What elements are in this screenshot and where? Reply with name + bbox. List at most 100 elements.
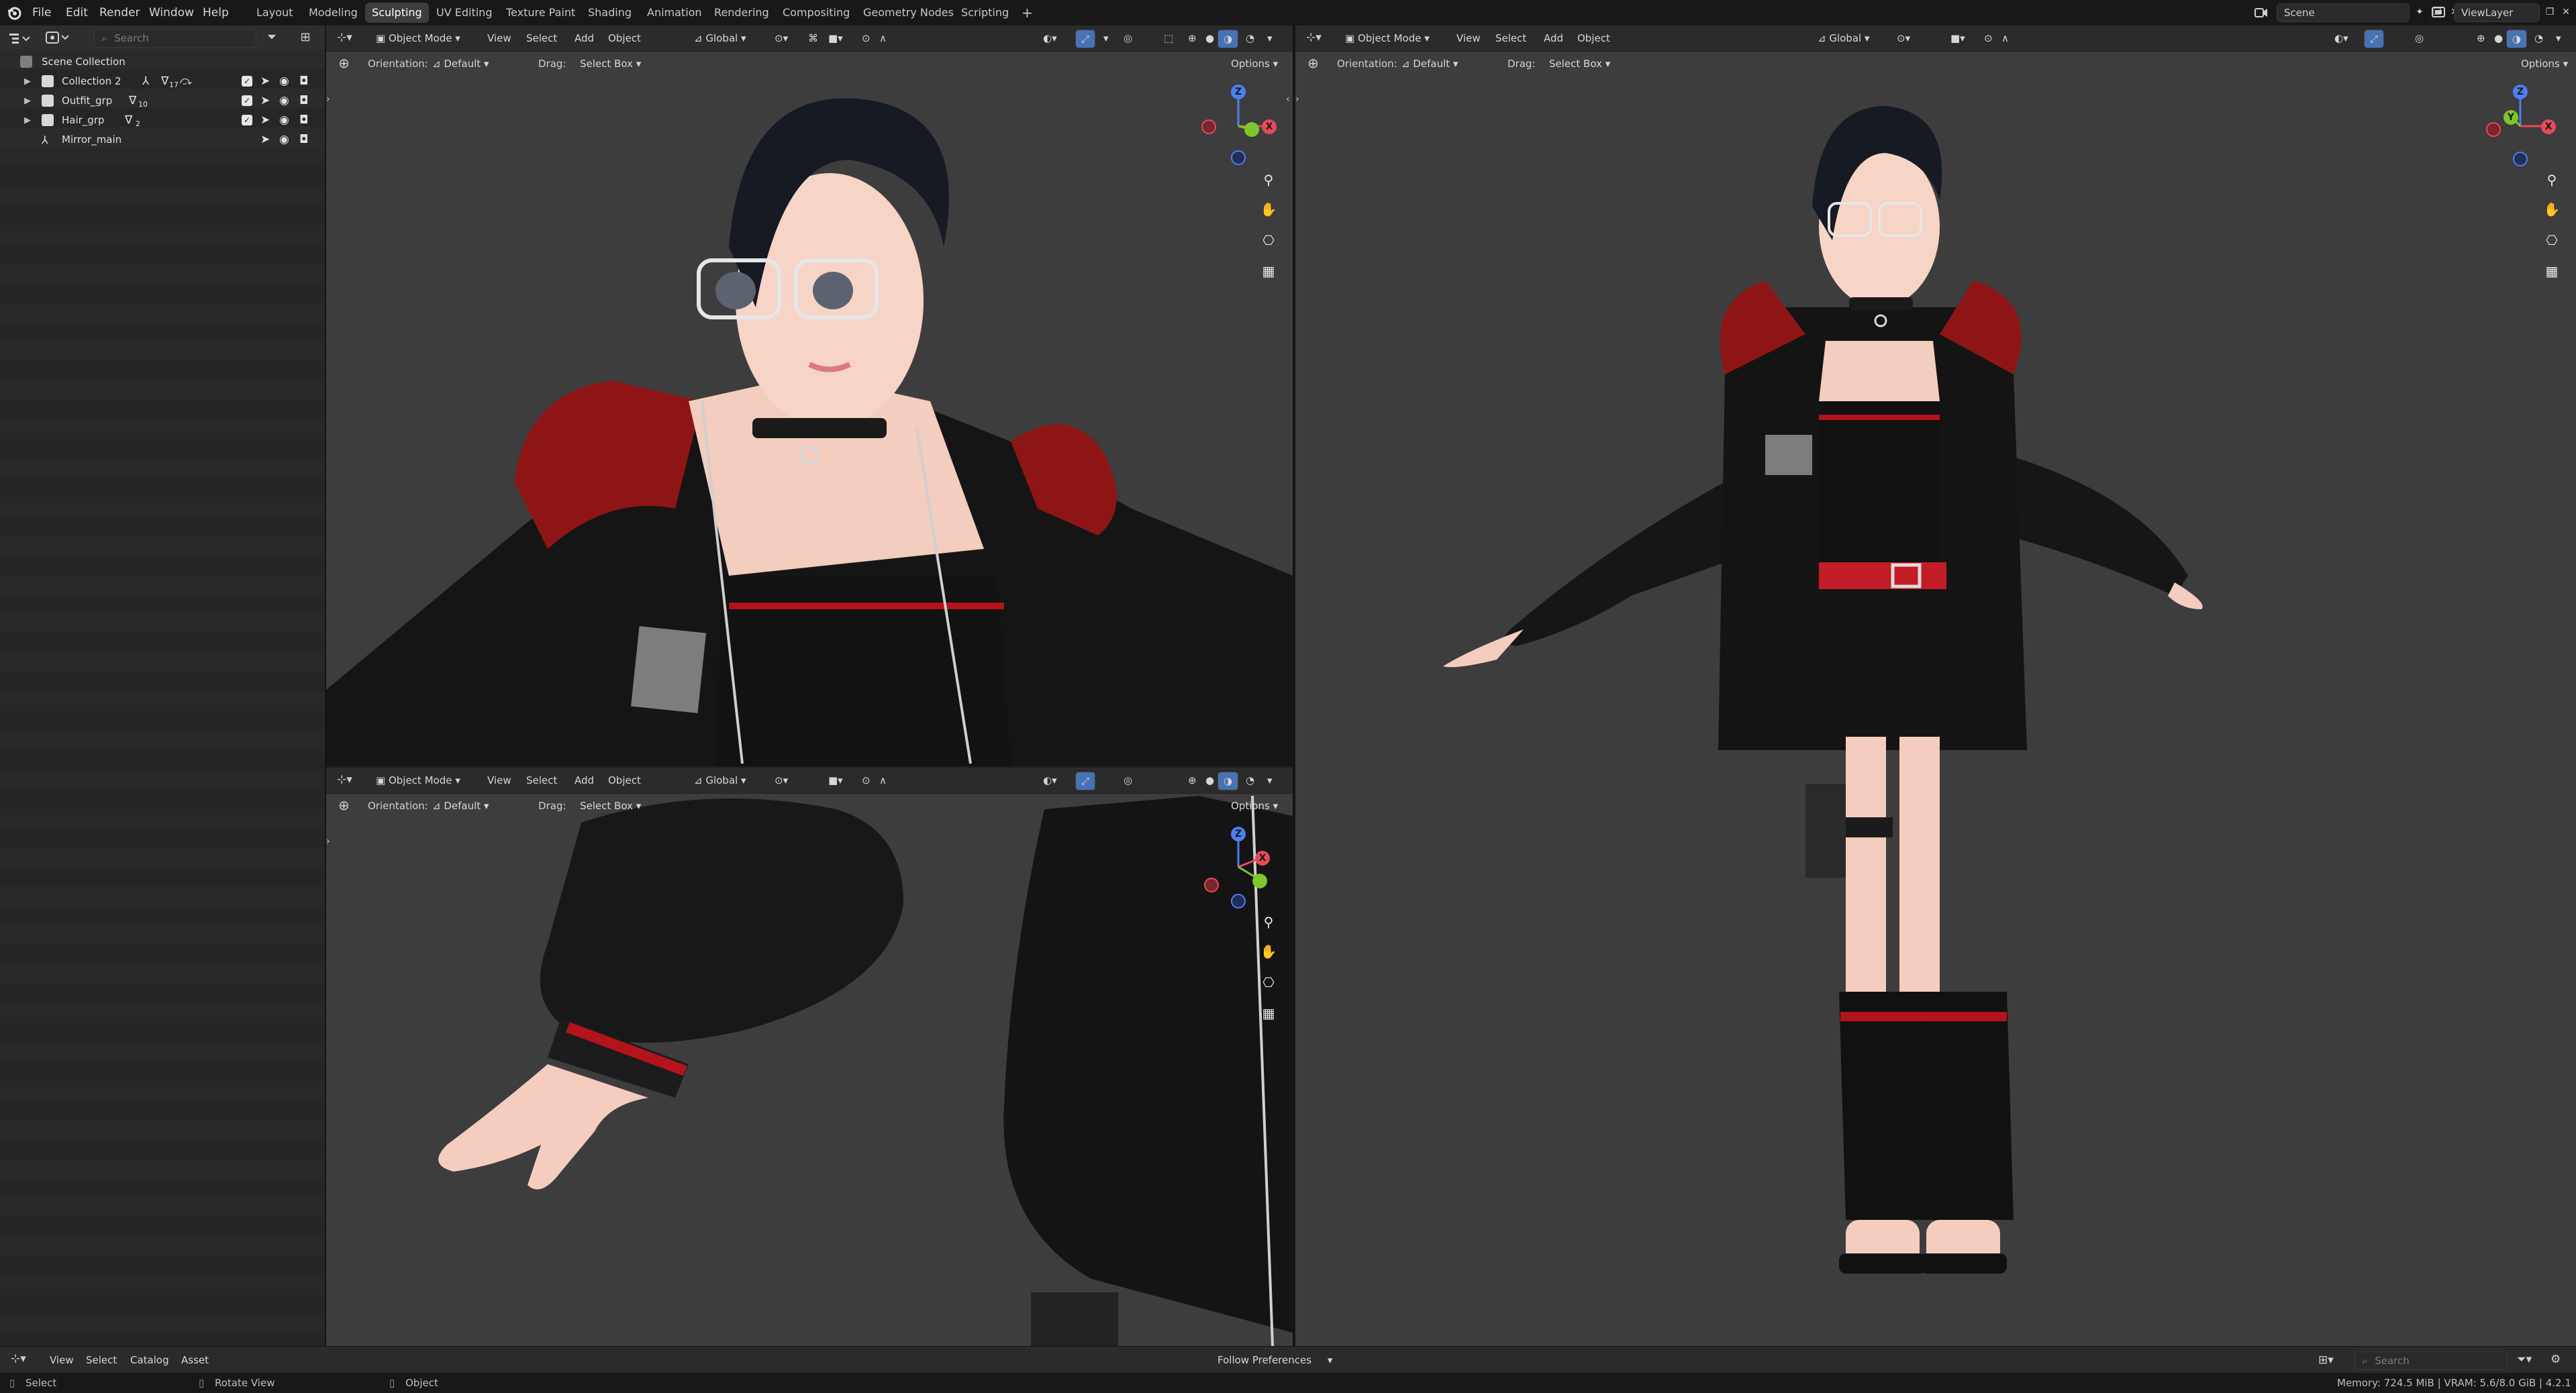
gizmo-neg-z[interactable] bbox=[2513, 152, 2528, 166]
proportional-icon[interactable]: ⊙ bbox=[1979, 30, 1998, 47]
falloff-icon[interactable]: ∧ bbox=[1996, 30, 2014, 47]
menu-object[interactable]: Object bbox=[603, 772, 646, 789]
shading-dropdown-icon[interactable]: ▾ bbox=[1262, 30, 1278, 47]
transform-orientation-dropdown[interactable]: ⊿ Global ▾ bbox=[689, 772, 752, 789]
tab-geometry-nodes[interactable]: Geometry Nodes bbox=[856, 3, 960, 23]
snap-target-icon[interactable]: ■▾ bbox=[1945, 30, 1971, 47]
menu-add[interactable]: Add bbox=[1538, 30, 1569, 47]
expand-arrow-icon[interactable]: ▶ bbox=[24, 91, 31, 111]
rendered-shading-icon[interactable]: ◔ bbox=[1240, 30, 1260, 47]
orientation-dropdown[interactable]: ⊿ Default ▾ bbox=[427, 55, 518, 72]
pin-icon[interactable]: ✦ bbox=[2414, 6, 2426, 18]
gizmo-z-axis[interactable]: Z bbox=[1231, 85, 1246, 99]
outliner-item-mirror-main[interactable]: ⅄ Mirror_main ➤ ◉ ◘ bbox=[24, 130, 319, 150]
selectable-arrow-icon[interactable]: ➤ bbox=[260, 130, 270, 150]
tab-animation[interactable]: Animation bbox=[640, 3, 709, 23]
asset-menu-asset[interactable]: Asset bbox=[176, 1351, 214, 1369]
object-mode-dropdown[interactable]: ▣ Object Mode ▾ bbox=[370, 30, 466, 47]
filter-icon[interactable]: ⏷▾ bbox=[2517, 1353, 2532, 1366]
orientation-dropdown[interactable]: ⊿ Default ▾ bbox=[1396, 55, 1487, 72]
gizmo-x-axis[interactable]: X bbox=[1262, 119, 1277, 134]
gizmo-toggle-icon[interactable]: ⤢ bbox=[2364, 30, 2385, 48]
gizmo-neg-x[interactable] bbox=[2486, 122, 2501, 137]
wireframe-shading-icon[interactable]: ⊕ bbox=[1183, 30, 1202, 47]
material-shading-icon[interactable]: ◑ bbox=[1218, 30, 1239, 48]
wireframe-shading-icon[interactable]: ⊕ bbox=[1183, 772, 1202, 789]
menu-edit[interactable]: Edit bbox=[66, 0, 88, 25]
falloff-icon[interactable]: ∧ bbox=[874, 30, 892, 47]
falloff-icon[interactable]: ∧ bbox=[874, 772, 892, 789]
tool-icon[interactable]: ⊕ bbox=[338, 797, 350, 813]
outliner-item-outfit-grp[interactable]: ▶ Outfit_grp ∇ 10 ✓ ➤ ◉ ◘ bbox=[24, 91, 319, 111]
gizmo-neg-x[interactable] bbox=[1201, 119, 1216, 134]
display-mode-icon[interactable] bbox=[44, 30, 71, 46]
drag-dropdown[interactable]: Select Box ▾ bbox=[575, 797, 646, 815]
tab-uv-editing[interactable]: UV Editing bbox=[430, 3, 499, 23]
drag-dropdown[interactable]: Select Box ▾ bbox=[575, 55, 646, 72]
tab-layout[interactable]: Layout bbox=[250, 3, 299, 23]
wireframe-shading-icon[interactable]: ⊕ bbox=[2471, 30, 2491, 47]
menu-render[interactable]: Render bbox=[99, 0, 140, 25]
tab-modeling[interactable]: Modeling bbox=[302, 3, 364, 23]
render-camera-icon[interactable]: ◘ bbox=[299, 130, 308, 150]
solid-shading-icon[interactable]: ● bbox=[1200, 772, 1220, 789]
rendered-shading-icon[interactable]: ◔ bbox=[1240, 772, 1260, 789]
tool-icon[interactable]: ⊕ bbox=[1307, 55, 1319, 71]
tab-shading[interactable]: Shading bbox=[581, 3, 638, 23]
tab-rendering[interactable]: Rendering bbox=[707, 3, 776, 23]
view-layer-field[interactable]: ViewLayer bbox=[2454, 3, 2540, 22]
toolbar-collapse-icon[interactable]: › bbox=[326, 94, 333, 107]
expand-arrow-icon[interactable]: ▶ bbox=[24, 72, 31, 91]
visibility-icon[interactable]: ◐▾ bbox=[1038, 772, 1062, 789]
editor-type-icon[interactable]: ⊹▾ bbox=[1306, 31, 1322, 44]
selectable-arrow-icon[interactable]: ➤ bbox=[260, 72, 270, 91]
object-mode-dropdown[interactable]: ▣ Object Mode ▾ bbox=[370, 772, 466, 789]
camera-view-icon[interactable]: ⎔ bbox=[1256, 228, 1281, 252]
gizmo-y-axis[interactable]: Y bbox=[2504, 110, 2518, 125]
scene-field[interactable]: Scene bbox=[2277, 3, 2410, 22]
material-shading-icon[interactable]: ◑ bbox=[2506, 30, 2528, 48]
orientation-dropdown[interactable]: ⊿ Default ▾ bbox=[427, 797, 518, 815]
gizmo-toggle-icon[interactable]: ⤢ bbox=[1075, 772, 1096, 790]
menu-view[interactable]: View bbox=[1451, 30, 1486, 47]
tab-scripting[interactable]: Scripting bbox=[954, 3, 1015, 23]
add-workspace-button[interactable]: + bbox=[1015, 3, 1040, 23]
editor-type-icon[interactable]: ⊹▾ bbox=[11, 1352, 26, 1365]
toolbar-collapse-icon[interactable]: › bbox=[326, 836, 333, 849]
xray-icon[interactable]: ⬚ bbox=[1158, 30, 1179, 47]
close-layer-icon[interactable]: ✕ bbox=[2560, 6, 2572, 18]
visibility-eye-icon[interactable]: ◉ bbox=[279, 111, 289, 130]
selectable-arrow-icon[interactable]: ➤ bbox=[260, 111, 270, 130]
navigation-gizmo[interactable]: Z X bbox=[1201, 827, 1275, 909]
zoom-icon[interactable]: ⚲ bbox=[1256, 910, 1281, 934]
menu-add[interactable]: Add bbox=[569, 772, 599, 789]
options-dropdown[interactable]: Options ▾ bbox=[2516, 55, 2573, 72]
outliner-search[interactable]: ⌕ Search bbox=[94, 29, 256, 48]
proportional-icon[interactable]: ⊙ bbox=[856, 30, 876, 47]
proportional-icon[interactable]: ⊙ bbox=[856, 772, 876, 789]
gizmo-z-axis[interactable]: Z bbox=[1231, 827, 1246, 841]
menu-object[interactable]: Object bbox=[603, 30, 646, 47]
material-shading-icon[interactable]: ◑ bbox=[1218, 772, 1239, 790]
gizmo-y-axis[interactable] bbox=[1244, 122, 1259, 137]
pan-hand-icon[interactable]: ✋ bbox=[2540, 197, 2564, 221]
include-checkbox[interactable]: ✓ bbox=[242, 76, 252, 87]
gizmo-neg-z[interactable] bbox=[1231, 150, 1246, 165]
menu-select[interactable]: Select bbox=[1490, 30, 1532, 47]
camera-view-icon[interactable]: ⎔ bbox=[2540, 228, 2564, 252]
drag-dropdown[interactable]: Select Box ▾ bbox=[1544, 55, 1616, 72]
editor-type-icon[interactable] bbox=[8, 31, 31, 46]
blender-logo-icon[interactable] bbox=[7, 5, 21, 20]
gizmo-toggle-icon[interactable]: ⤢ bbox=[1075, 30, 1096, 48]
sidebar-collapse-icon[interactable]: ‹ bbox=[1286, 94, 1293, 107]
options-dropdown[interactable]: Options ▾ bbox=[1226, 797, 1283, 815]
overlay-icon[interactable]: ◎ bbox=[1118, 30, 1138, 47]
asset-search[interactable]: ⌕ Search bbox=[2355, 1351, 2508, 1370]
tab-sculpting[interactable]: Sculpting bbox=[365, 3, 429, 23]
menu-view[interactable]: View bbox=[482, 30, 517, 47]
zoom-icon[interactable]: ⚲ bbox=[2540, 168, 2564, 192]
settings-gear-icon[interactable]: ⚙ bbox=[2550, 1353, 2561, 1366]
scene-icon[interactable] bbox=[2252, 3, 2270, 21]
camera-view-icon[interactable]: ⎔ bbox=[1256, 970, 1281, 994]
menu-help[interactable]: Help bbox=[203, 0, 229, 25]
